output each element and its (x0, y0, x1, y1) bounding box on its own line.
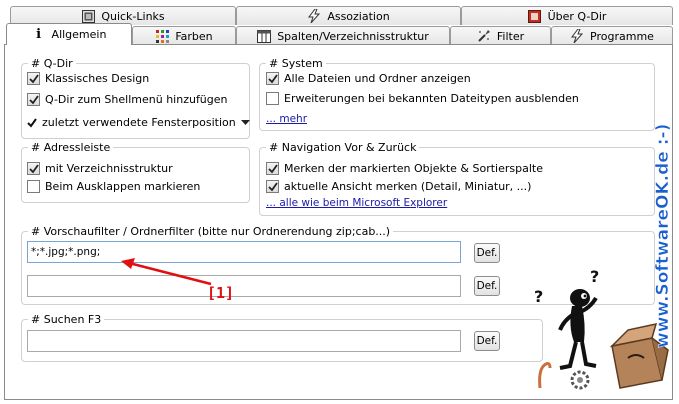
tab-general[interactable]: i Allgemein (6, 23, 132, 45)
tab-label: Spalten/Verzeichnisstruktur (277, 29, 429, 43)
svg-text:?: ? (590, 268, 599, 286)
checkbox-hide-extensions[interactable]: Erweiterungen bei bekannten Dateitypen a… (266, 92, 579, 105)
checkbox-show-all-files[interactable]: Alle Dateien und Ordner anzeigen (266, 72, 471, 85)
checkbox-with-tree[interactable]: mit Verzeichnisstruktur (27, 162, 173, 175)
search-input[interactable] (27, 330, 461, 352)
folder-filter-input[interactable] (27, 275, 461, 297)
checkbox-checked[interactable] (27, 93, 40, 106)
svg-text:www.SoftwareOK.de :-): www.SoftwareOK.de :-) (653, 124, 673, 348)
checkbox-classic-design[interactable]: Klassisches Design (27, 72, 149, 85)
filter-icon (477, 29, 491, 43)
checkbox-label: Merken der markierten Objekte & Sortiers… (284, 162, 543, 175)
checkbox-remember-marked[interactable]: Merken der markierten Objekte & Sortiers… (266, 162, 543, 175)
svg-text:?: ? (534, 287, 543, 306)
checkbox-mark-expand[interactable]: Beim Ausklappen markieren (27, 180, 200, 193)
checkbox-shell-menu[interactable]: Q-Dir zum Shellmenü hinzufügen (27, 93, 228, 106)
group-legend: # Vorschaufilter / Ordnerfilter (bitte n… (28, 225, 394, 238)
group-legend: # Q-Dir (28, 57, 76, 70)
tab-label: Programme (590, 29, 654, 43)
checkbox-remember-view[interactable]: aktuelle Ansicht merken (Detail, Miniatu… (266, 180, 531, 193)
group-address-bar: # Adressleiste (21, 141, 250, 203)
group-legend: # Navigation Vor & Zurück (266, 141, 420, 154)
mascot-illustration: ? ? (534, 268, 669, 390)
info-icon: i (36, 27, 42, 42)
checkbox-checked[interactable] (266, 180, 279, 193)
programs-icon (570, 29, 584, 43)
quick-links-icon (81, 9, 95, 23)
link-row: ... mehr (266, 113, 307, 125)
annotation-label: [1] (207, 284, 235, 302)
tab-about[interactable]: Über Q-Dir (461, 6, 673, 25)
checkbox-label: Klassisches Design (45, 72, 150, 85)
checkbox-label: aktuelle Ansicht merken (Detail, Miniatu… (284, 180, 532, 193)
group-legend: # System (266, 57, 326, 70)
dropdown-window-position[interactable]: zuletzt verwendete Fensterposition (27, 116, 250, 129)
checkbox-unchecked[interactable] (27, 180, 40, 193)
link-row: ... alle wie beim Microsoft Explorer (266, 197, 447, 209)
checkbox-label: Erweiterungen bei bekannten Dateitypen a… (284, 92, 579, 105)
more-link[interactable]: ... mehr (266, 113, 307, 125)
checkbox-checked[interactable] (27, 72, 40, 85)
checkbox-label: mit Verzeichnisstruktur (45, 162, 173, 175)
folder-filter-default-button[interactable]: Def. (474, 276, 500, 296)
search-default-button[interactable]: Def. (474, 331, 500, 351)
tab-colors[interactable]: Farben (132, 26, 236, 45)
checkmark-icon (27, 117, 37, 128)
about-icon (528, 9, 542, 23)
checkbox-checked[interactable] (266, 162, 279, 175)
options-window: Quick-Links Assoziation Über Q-Dir i All… (0, 0, 679, 404)
tab-label: Filter (496, 29, 525, 43)
tab-columns[interactable]: Spalten/Verzeichnisstruktur (236, 26, 450, 45)
checkbox-unchecked[interactable] (266, 92, 279, 105)
lightning-icon (307, 9, 321, 23)
explorer-defaults-link[interactable]: ... alle wie beim Microsoft Explorer (266, 197, 447, 209)
checkbox-label: Q-Dir zum Shellmenü hinzufügen (45, 93, 228, 106)
checkbox-checked[interactable] (266, 72, 279, 85)
dropdown-label: zuletzt verwendete Fensterposition (42, 116, 236, 129)
group-legend: # Adressleiste (28, 141, 114, 154)
tab-label: Quick-Links (101, 9, 165, 23)
watermark-text: www.SoftwareOK.de :-) (653, 123, 674, 348)
tab-association[interactable]: Assoziation (236, 6, 461, 25)
tab-label: Allgemein (51, 28, 107, 41)
tab-label: Über Q-Dir (547, 9, 607, 23)
palette-icon (155, 29, 169, 43)
tab-label: Assoziation (327, 9, 390, 23)
checkbox-label: Alle Dateien und Ordner anzeigen (284, 72, 471, 85)
group-legend: # Suchen F3 (28, 313, 105, 326)
prefilter-default-button[interactable]: Def. (474, 243, 500, 263)
tab-label: Farben (175, 29, 213, 43)
checkbox-label: Beim Ausklappen markieren (45, 180, 201, 193)
columns-icon (257, 29, 272, 43)
checkbox-checked[interactable] (27, 162, 40, 175)
tab-filter[interactable]: Filter (450, 26, 551, 45)
prefilter-input[interactable] (27, 241, 461, 263)
chevron-down-icon[interactable] (240, 116, 250, 129)
